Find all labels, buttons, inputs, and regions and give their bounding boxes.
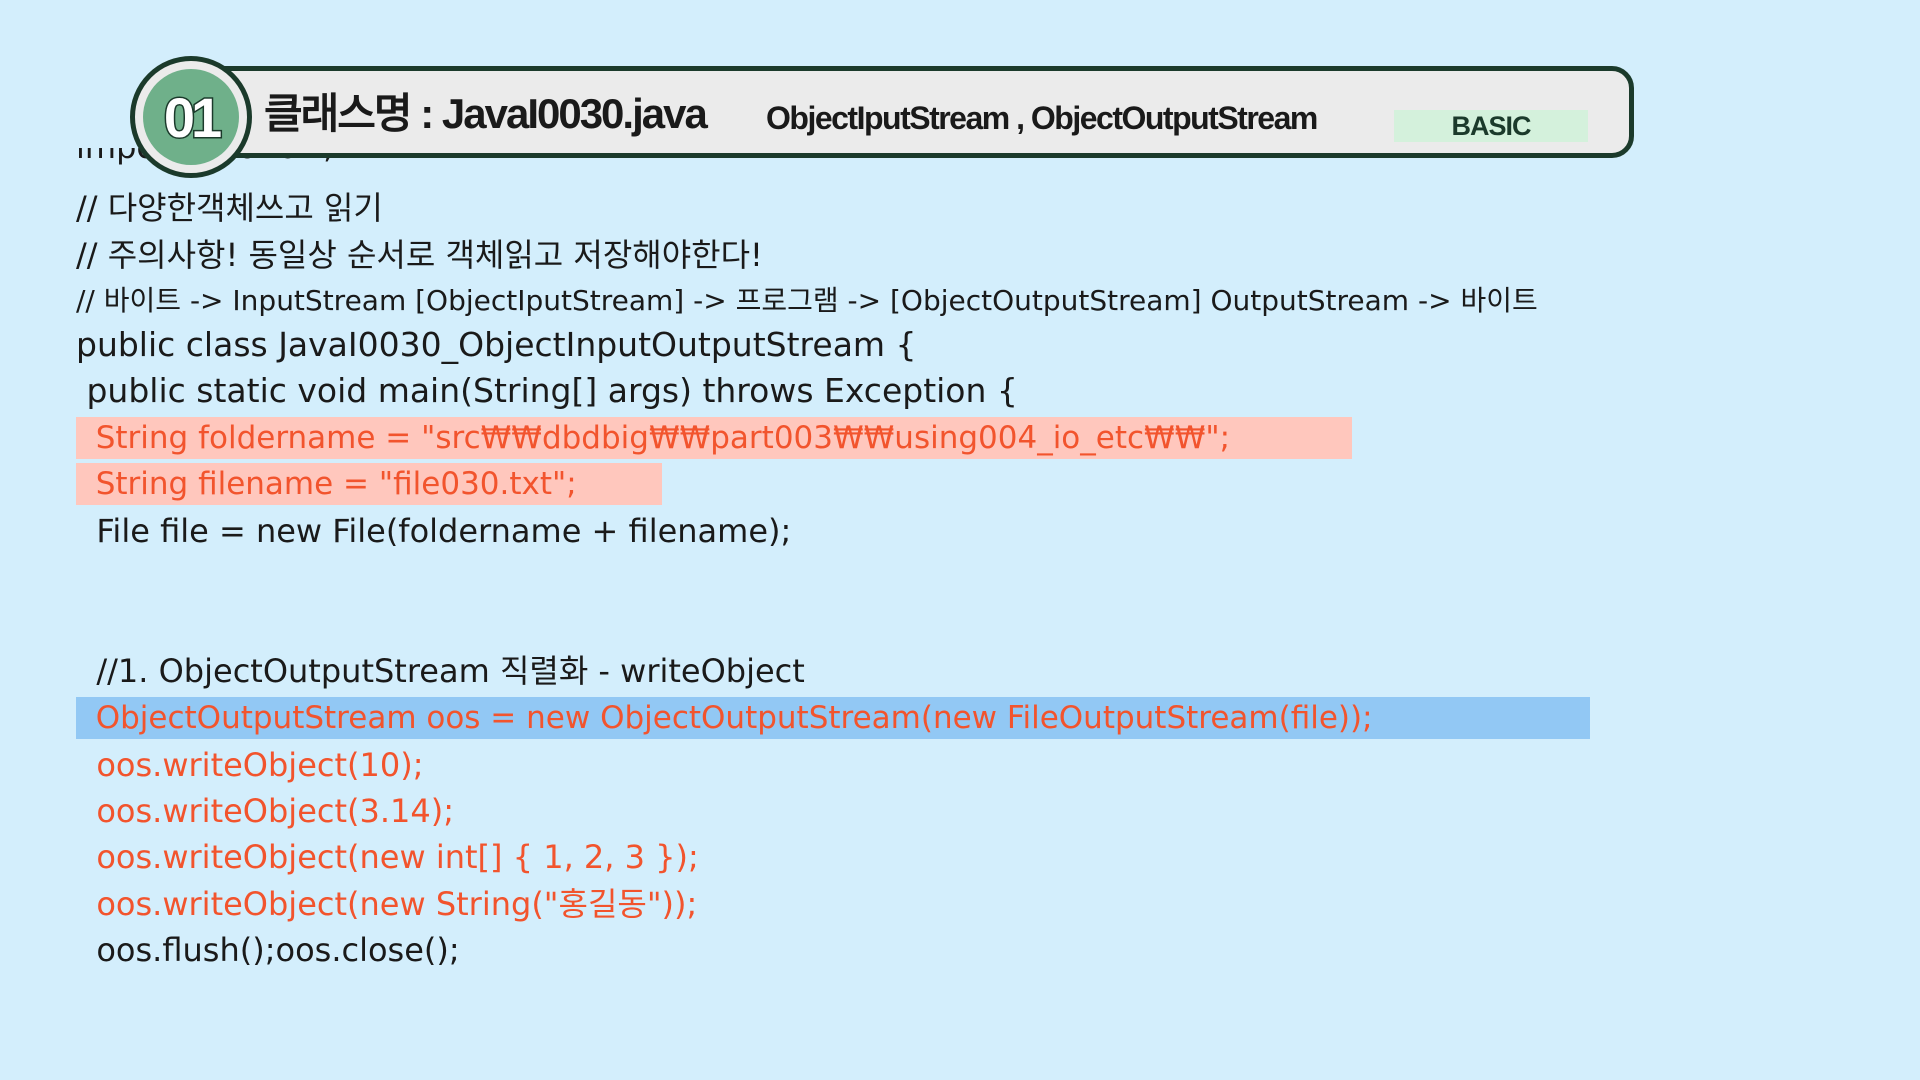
class-name-title: 클래스명 : JavaI0030.java xyxy=(264,90,708,137)
code-line: public static void main(String[] args) t… xyxy=(76,371,1018,410)
code-line: oos.writeObject(3.14); xyxy=(76,792,455,830)
code-line-highlighted: String filename = "file030.txt"; xyxy=(76,463,662,505)
code-line: oos.writeObject(new int[] { 1, 2, 3 }); xyxy=(76,838,699,876)
stream-subtitle: ObjectIputStream , ObjectOutputStream xyxy=(766,100,1318,136)
code-line-highlighted: String foldername = "src₩₩dbdbig₩₩part00… xyxy=(76,417,1352,459)
code-comment-line: // 주의사항! 동일상 순서로 객체읽고 저장해야한다! xyxy=(76,236,763,274)
code-comment-line: // 바이트 -> InputStream [ObjectIputStream]… xyxy=(76,284,1538,317)
code-comment-line: // 다양한객체쓰고 읽기 xyxy=(76,189,383,227)
code-line: oos.writeObject(new String("홍길동")); xyxy=(76,885,698,923)
section-number-badge: 01 xyxy=(130,56,252,178)
code-line: oos.writeObject(10); xyxy=(76,746,424,784)
code-line: public class JavaI0030_ObjectInputOutput… xyxy=(76,325,917,364)
code-line: File file = new File(foldername + filena… xyxy=(76,512,792,550)
code-line-highlighted: ObjectOutputStream oos = new ObjectOutpu… xyxy=(76,697,1590,739)
code-line: oos.flush();oos.close(); xyxy=(76,931,460,969)
level-tag: BASIC xyxy=(1394,110,1588,142)
code-comment-line: //1. ObjectOutputStream 직렬화 - writeObjec… xyxy=(76,652,805,690)
section-number: 01 xyxy=(143,69,239,165)
